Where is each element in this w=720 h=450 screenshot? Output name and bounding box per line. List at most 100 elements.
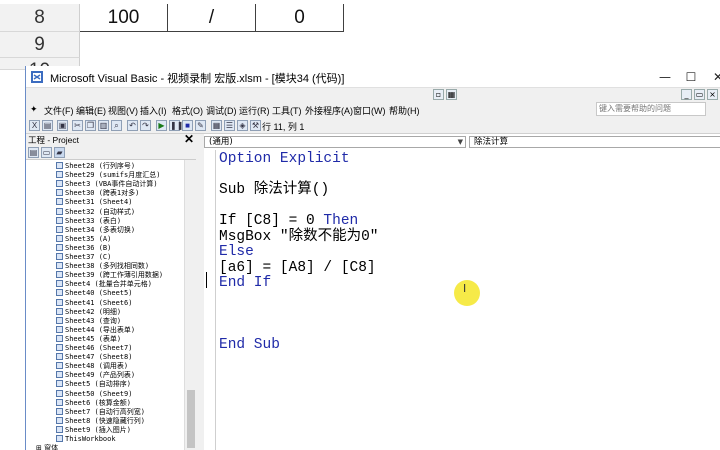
project-tree-item[interactable]: Sheet30 (跨表1对多): [56, 189, 139, 198]
project-tree-item[interactable]: Sheet32 (自动样式): [56, 207, 135, 217]
sheet-icon: [56, 344, 63, 351]
undo-icon[interactable]: ↶: [127, 120, 138, 131]
vba-menu-icon: ✦: [30, 104, 38, 114]
project-tree-item[interactable]: Sheet34 (多表切换): [56, 225, 135, 235]
project-tree-item[interactable]: ThisWorkbook: [56, 435, 116, 444]
grid-icon[interactable]: ▦: [446, 89, 457, 100]
project-close-icon[interactable]: ✕: [184, 133, 194, 145]
window-restore-icon[interactable]: ▭: [694, 89, 705, 100]
minimize-icon[interactable]: —: [652, 68, 678, 86]
project-tree-item[interactable]: Sheet5 (自动排序): [56, 380, 131, 389]
cell-a8[interactable]: 100: [80, 4, 168, 32]
code-line[interactable]: [a6] = [A8] / [C8]: [219, 260, 376, 276]
menu-format[interactable]: 格式(O): [172, 104, 203, 117]
project-tree-item[interactable]: Sheet46 (Sheet7): [56, 344, 132, 353]
code-margin[interactable]: [204, 150, 216, 450]
row-header-8[interactable]: 8: [0, 4, 80, 32]
cut-icon[interactable]: ✂: [72, 120, 83, 131]
maximize-icon[interactable]: ☐: [678, 68, 704, 86]
run-icon[interactable]: ▶: [156, 120, 167, 131]
toggle-folders-icon[interactable]: ▰: [54, 147, 65, 158]
project-scrollbar[interactable]: [184, 160, 196, 450]
code-line[interactable]: Else: [219, 244, 254, 260]
cell-b8[interactable]: /: [168, 4, 256, 32]
project-tree-item[interactable]: Sheet4 (批量合并单元格): [56, 280, 152, 289]
view-code-icon[interactable]: ▤: [28, 147, 39, 158]
project-tree-item[interactable]: Sheet7 (自动行高列宽): [56, 407, 145, 417]
project-tree-item[interactable]: Sheet33 (表白): [56, 216, 121, 226]
project-tree-item-label: Sheet41 (Sheet6): [65, 298, 133, 307]
cell-c8[interactable]: 0: [256, 4, 344, 32]
project-tree-item[interactable]: Sheet39 (跨工作薄引用数据): [56, 271, 163, 280]
project-tree-item[interactable]: Sheet37 (C): [56, 253, 111, 262]
insert-module-icon[interactable]: ▤: [42, 120, 53, 131]
code-line[interactable]: Option Explicit: [219, 151, 350, 167]
project-tree-item[interactable]: Sheet38 (多列找相同数): [56, 262, 149, 271]
project-explorer-icon[interactable]: ▦: [211, 120, 222, 131]
properties-icon[interactable]: ☰: [224, 120, 235, 131]
project-tree-item[interactable]: Sheet50 (Sheet9): [56, 389, 132, 399]
menu-insert[interactable]: 插入(I): [140, 104, 167, 117]
menu-edit[interactable]: 编辑(E): [76, 104, 106, 117]
help-search-input[interactable]: 键入需要帮助的问题: [596, 102, 706, 116]
project-tree-item[interactable]: Sheet3 (VBA事件自动计算): [56, 180, 158, 189]
view-object-icon[interactable]: ▭: [41, 147, 52, 158]
project-tree-item-label: Sheet9 (插入图片): [65, 425, 131, 434]
menu-view[interactable]: 视图(V): [108, 104, 138, 117]
object-dropdown[interactable]: (通用) ▼: [204, 136, 466, 148]
break-icon[interactable]: ❚❚: [169, 120, 183, 131]
project-tree-item[interactable]: Sheet43 (查询): [56, 316, 121, 326]
procedure-dropdown[interactable]: 除法计算: [469, 136, 720, 148]
close-icon[interactable]: ✕: [705, 68, 720, 86]
menu-addins[interactable]: 外接程序(A): [305, 104, 353, 117]
design-mode-icon[interactable]: ✎: [195, 120, 206, 131]
vba-editor-window: Microsoft Visual Basic - 视频录制 宏版.xlsm - …: [25, 66, 720, 450]
project-tree-item[interactable]: Sheet47 (Sheet8): [56, 353, 132, 362]
menu-tools[interactable]: 工具(T): [272, 104, 302, 117]
window-close-icon[interactable]: ×: [707, 89, 718, 100]
sheet-icon: [56, 353, 63, 361]
project-tree-item[interactable]: Sheet28 (行列序号): [56, 162, 135, 171]
menu-window[interactable]: 窗口(W): [353, 104, 386, 117]
chevron-down-icon[interactable]: ▼: [458, 137, 463, 147]
sheet-icon: [56, 234, 63, 242]
project-folder[interactable]: ⊞ 窗体: [36, 444, 58, 450]
paste-icon[interactable]: ▥: [98, 120, 109, 131]
menu-help[interactable]: 帮助(H): [389, 104, 420, 117]
project-tree-item[interactable]: Sheet45 (表单): [56, 334, 121, 344]
toolbox-icon[interactable]: ⚒: [250, 120, 261, 131]
project-tree-item[interactable]: Sheet29 (sumifs月度汇总): [56, 171, 160, 180]
reset-icon[interactable]: ■: [182, 120, 193, 131]
find-icon[interactable]: ⌕: [111, 120, 122, 131]
project-tree-item[interactable]: Sheet6 (核算金额): [56, 398, 131, 408]
window-min-icon[interactable]: _: [681, 89, 692, 100]
project-tree-item[interactable]: Sheet36 (B): [56, 243, 111, 253]
project-tree-item[interactable]: Sheet35 (A): [56, 234, 111, 244]
project-tree-item[interactable]: Sheet31 (Sheet4): [56, 198, 132, 207]
menu-file[interactable]: 文件(F): [44, 104, 74, 117]
scrollbar-thumb[interactable]: [187, 390, 195, 448]
code-line[interactable]: Sub 除法计算(): [219, 182, 329, 198]
project-tree-item[interactable]: Sheet48 (调用表): [56, 362, 128, 371]
project-tree-item[interactable]: Sheet40 (Sheet5): [56, 289, 132, 298]
expand-icon[interactable]: ⊞: [36, 444, 44, 450]
save-icon[interactable]: ▣: [57, 120, 68, 131]
copy-icon[interactable]: ❐: [85, 120, 96, 131]
menu-run[interactable]: 运行(R): [239, 104, 270, 117]
project-tree-item[interactable]: Sheet41 (Sheet6): [56, 298, 133, 308]
project-tree-item-label: Sheet6 (核算金额): [65, 398, 131, 407]
project-tree-item[interactable]: Sheet42 (明细): [56, 307, 121, 317]
object-browser-icon[interactable]: ◈: [237, 120, 248, 131]
code-line[interactable]: MsgBox "除数不能为0": [219, 229, 379, 245]
project-tree-item[interactable]: Sheet44 (导出表单): [56, 325, 135, 335]
restore-icon[interactable]: ▫: [433, 89, 444, 100]
code-line[interactable]: End If: [219, 275, 271, 291]
project-tree-item[interactable]: Sheet8 (快速隐藏行列): [56, 416, 145, 426]
menu-debug[interactable]: 调试(D): [206, 104, 237, 117]
project-tree-item[interactable]: Sheet9 (插入图片): [56, 425, 131, 435]
code-line[interactable]: End Sub: [219, 337, 280, 353]
row-header-9[interactable]: 9: [0, 32, 80, 58]
view-excel-icon[interactable]: X: [29, 120, 40, 131]
redo-icon[interactable]: ↷: [140, 120, 151, 131]
code-line[interactable]: If [C8] = 0 Then: [219, 213, 358, 229]
